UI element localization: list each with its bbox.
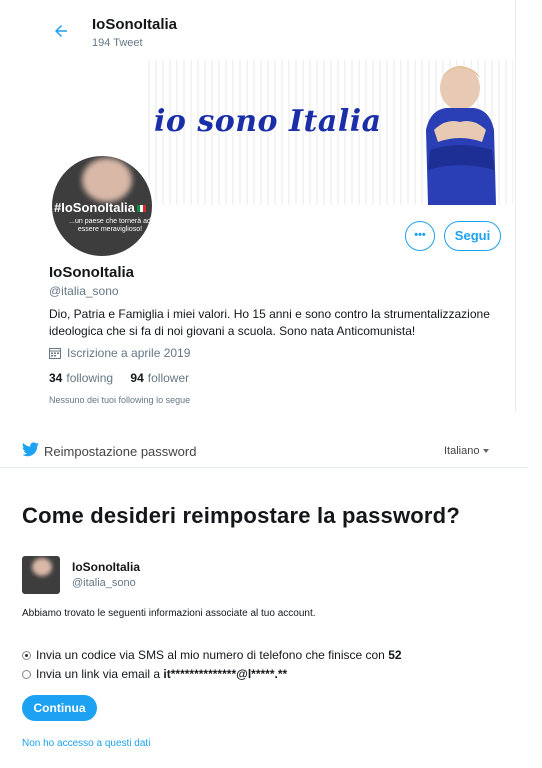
email-radio[interactable] [22,669,31,679]
continue-button[interactable]: Continua [22,695,97,721]
account-avatar-face [32,558,52,576]
profile-joined: Iscrizione a aprile 2019 [49,346,190,360]
profile-topbar: IoSonoItalia 194 Tweet [38,8,515,52]
account-info-text: Abbiamo trovato le seguenti informazioni… [22,608,316,619]
reset-header-title: Reimpostazione password [44,444,197,459]
following-stat[interactable]: 34 following [49,371,113,385]
profile-name: IoSonoItalia [49,264,135,281]
avatar-subtitle: ...un paese che tornerà ad essere meravi… [69,218,151,233]
profile-handle: @italia_sono [49,284,119,298]
avatar-face [82,158,132,202]
follower-stat[interactable]: 94 follower [130,371,189,385]
tweet-count: 194 Tweet [92,37,143,49]
more-options-button[interactable]: ••• [405,221,435,251]
follower-label: follower [147,371,190,385]
account-handle: @italia_sono [72,577,136,589]
following-label: following [66,371,114,385]
option-sms[interactable]: Invia un codice via SMS al mio numero di… [22,648,402,662]
banner-person-image [426,66,496,205]
profile-bio: Dio, Patria e Famiglia i miei valori. Ho… [49,307,490,338]
twitter-bird-icon[interactable] [22,442,39,457]
mutual-follow-note: Nessuno dei tuoi following lo segue [49,395,191,405]
reset-header: Reimpostazione password Italiano [0,438,528,468]
caret-down-icon [483,449,490,454]
reset-heading: Come desideri reimpostare la password? [22,503,460,528]
sms-radio[interactable] [22,650,31,660]
account-avatar [22,556,60,594]
profile-banner[interactable]: io sono Italia [148,60,513,205]
option-sms-text: Invia un codice via SMS al mio numero di… [36,648,385,662]
italy-flag-icon [136,205,146,213]
profile-stats: 34 following 94 follower [49,371,203,385]
no-access-link[interactable]: Non ho accesso a questi dati [22,738,150,749]
follower-count: 94 [130,371,144,385]
profile-avatar[interactable]: #IoSonoItalia ...un paese che tornerà ad… [48,152,156,260]
topbar-profile-name: IoSonoItalia [92,16,178,33]
option-email-masked: it**************@l*****.** [163,667,288,681]
language-selector[interactable]: Italiano [444,445,490,457]
option-email[interactable]: Invia un link via email a it************… [22,667,287,681]
back-arrow-icon[interactable] [52,22,70,40]
follow-button[interactable]: Segui [444,221,501,251]
banner-text: io sono Italia [154,104,382,139]
calendar-icon [49,348,61,359]
language-label: Italiano [444,445,480,457]
joined-text: Iscrizione a aprile 2019 [67,346,191,360]
profile-panel: IoSonoItalia 194 Tweet io sono Italia #I… [38,0,516,412]
option-sms-digits: 52 [388,648,402,662]
option-email-text: Invia un link via email a [36,667,161,681]
account-name: IoSonoItalia [72,560,141,574]
avatar-hashtag: #IoSonoItalia [54,200,135,215]
following-count: 34 [49,371,63,385]
